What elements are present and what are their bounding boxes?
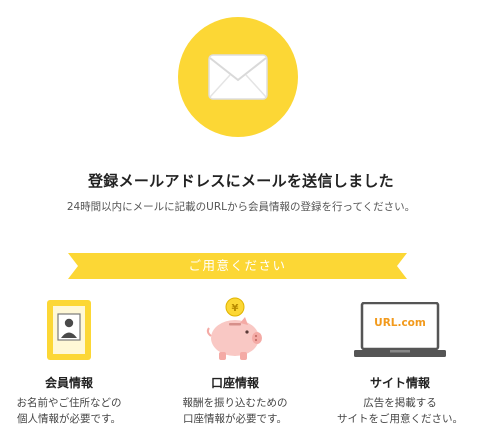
feature-desc: お名前やご住所などの 個人情報が必要です。 (16, 397, 122, 425)
hero-mail-circle (178, 17, 298, 137)
mail-envelope-icon (208, 54, 268, 100)
feature-title: サイト情報 (369, 376, 430, 390)
member-card-icon (47, 300, 91, 360)
feature-desc: 報酬を振り込むための 口座情報が必要です。 (182, 397, 288, 425)
requirements-list: 会員情報 お名前やご住所などの 個人情報が必要です。 ¥ 口座情報 報酬を振り込… (0, 296, 482, 441)
feature-site-info: URL.com サイト情報 広告を掲載する サイトをご用意ください。 (320, 296, 480, 427)
page-title: 登録メールアドレスにメールを送信しました (87, 172, 394, 190)
prepare-ribbon: ご用意ください (68, 253, 407, 279)
feature-title: 会員情報 (44, 376, 93, 390)
svg-text:¥: ¥ (232, 303, 239, 314)
feature-bank-info: ¥ 口座情報 報酬を振り込むための 口座情報が必要です。 (155, 296, 315, 427)
ribbon-label: ご用意ください (188, 258, 287, 273)
laptop-icon (354, 302, 446, 357)
feature-member-info: 会員情報 お名前やご住所などの 個人情報が必要です。 (0, 296, 149, 427)
piggy-bank-icon: ¥ (206, 297, 262, 360)
laptop-screen-url: URL.com (374, 317, 426, 329)
feature-title: 口座情報 (210, 376, 259, 390)
feature-desc: 広告を掲載する サイトをご用意ください。 (337, 397, 463, 425)
page-subtitle: 24時間以内にメールに記載のURLから会員情報の登録を行ってください。 (66, 201, 416, 213)
